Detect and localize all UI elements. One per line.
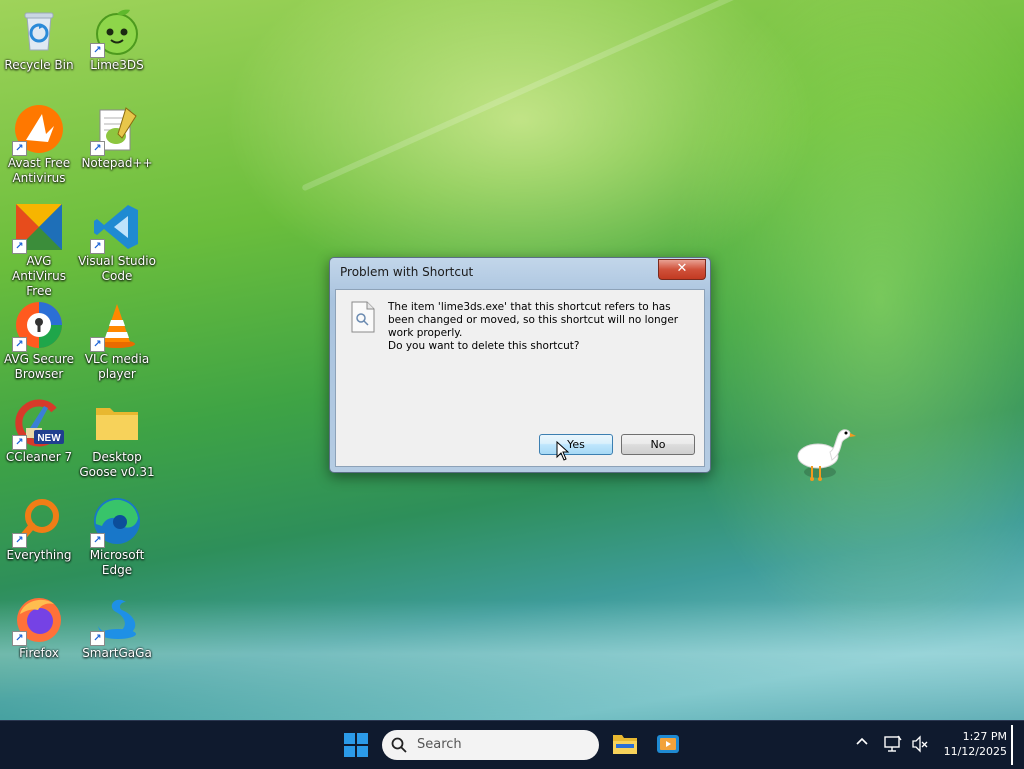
desktop-icon-avg-browser[interactable]: ↗ AVG Secure Browser [0, 300, 78, 382]
clock-date: 11/12/2025 [943, 745, 1007, 758]
network-tray-button[interactable] [884, 735, 902, 756]
speaker-muted-icon [912, 735, 928, 753]
lime3ds-icon: ↗ [90, 6, 142, 58]
ccleaner-icon: NEW ↗ [12, 398, 64, 450]
windows-logo-icon [344, 733, 368, 757]
desktop-icon-label: AVG AntiVirus Free [12, 254, 66, 298]
media-player-icon [657, 735, 679, 753]
taskbar-media-app[interactable] [656, 732, 680, 759]
shortcut-arrow-icon: ↗ [90, 337, 105, 352]
desktop-icon-everything[interactable]: ↗ Everything [0, 496, 78, 563]
desktop-icon-ccleaner[interactable]: NEW ↗ CCleaner 7 [0, 398, 78, 465]
dialog-client-area: The item 'lime3ds.exe' that this shortcu… [335, 289, 705, 467]
notepadpp-icon: ↗ [90, 104, 142, 156]
vlc-icon: ↗ [90, 300, 142, 352]
avast-icon: ↗ [12, 104, 64, 156]
shortcut-arrow-icon: ↗ [90, 43, 105, 58]
desktop-icon-avast[interactable]: ↗ Avast Free Antivirus [0, 104, 78, 186]
yes-button[interactable]: Yes [539, 434, 613, 455]
desktop-icon-vscode[interactable]: ↗ Visual Studio Code [78, 202, 156, 284]
chevron-up-icon [856, 737, 868, 745]
avg-browser-icon: ↗ [12, 300, 64, 352]
everything-icon: ↗ [12, 496, 64, 548]
vscode-icon: ↗ [90, 202, 142, 254]
new-badge: NEW [37, 433, 61, 444]
desktop-icon-label: Everything [6, 548, 72, 562]
taskbar: Search 1:27 PM 11/12/2025 [0, 720, 1024, 769]
taskbar-clock[interactable]: 1:27 PM 11/12/2025 [935, 729, 1007, 759]
show-hidden-icons-button[interactable] [855, 735, 869, 752]
start-button[interactable] [344, 733, 368, 760]
dialog-question: Do you want to delete this shortcut? [388, 340, 580, 352]
desktop-goose-icon[interactable] [796, 424, 858, 489]
desktop-icon-notepadpp[interactable]: ↗ Notepad++ [78, 104, 156, 171]
desktop-icon-label: CCleaner 7 [5, 450, 73, 464]
desktop-icon-label: Microsoft Edge [89, 548, 145, 577]
shortcut-arrow-icon: ↗ [90, 533, 105, 548]
mouse-cursor-icon [556, 440, 570, 464]
shortcut-arrow-icon: ↗ [12, 533, 27, 548]
desktop-icon-recycle-bin[interactable]: Recycle Bin [0, 6, 78, 73]
wallpaper-streak [301, 0, 779, 192]
dialog-title: Problem with Shortcut [340, 265, 474, 279]
shortcut-arrow-icon: ↗ [12, 239, 27, 254]
avg-antivirus-icon: ↗ [12, 202, 64, 254]
shortcut-arrow-icon: ↗ [90, 631, 105, 646]
search-icon [391, 737, 407, 756]
recycle-bin-icon [14, 6, 64, 56]
shortcut-arrow-icon: ↗ [12, 631, 27, 646]
desktop-icon-avg-antivirus[interactable]: ↗ AVG AntiVirus Free [0, 202, 78, 299]
document-icon [350, 301, 376, 336]
smartgaga-icon: ↗ [90, 594, 142, 646]
search-placeholder: Search [417, 737, 462, 752]
volume-tray-button[interactable] [911, 735, 929, 756]
desktop-icon-label: Notepad++ [81, 156, 153, 170]
desktop-icon-label: Firefox [19, 646, 59, 660]
dialog-message: The item 'lime3ds.exe' that this shortcu… [388, 301, 679, 339]
shortcut-arrow-icon: ↗ [90, 141, 105, 156]
edge-icon: ↗ [90, 496, 142, 548]
desktop-icon-lime3ds[interactable]: ↗ Lime3DS [78, 6, 156, 73]
no-button[interactable]: No [621, 434, 695, 455]
desktop-icon-firefox[interactable]: ↗ Firefox [0, 594, 78, 661]
problem-with-shortcut-dialog: Problem with Shortcut ✕ The item 'lime3d… [329, 257, 711, 473]
network-icon [884, 735, 902, 752]
desktop-icon-label: Avast Free Antivirus [7, 156, 71, 185]
desktop-icon-label: VLC media player [84, 352, 150, 381]
desktop-icon-edge[interactable]: ↗ Microsoft Edge [78, 496, 156, 578]
desktop-icon-label: SmartGaGa [82, 646, 152, 660]
desktop-icon-label: Lime3DS [90, 58, 144, 72]
shortcut-arrow-icon: ↗ [12, 435, 27, 450]
firefox-icon: ↗ [12, 594, 64, 646]
shortcut-arrow-icon: ↗ [12, 337, 27, 352]
desktop-icon-label: Visual Studio Code [78, 254, 156, 283]
desktop-icon-vlc[interactable]: ↗ VLC media player [78, 300, 156, 382]
desktop-icon-label: Desktop Goose v0.31 [79, 450, 155, 479]
shortcut-arrow-icon: ↗ [90, 239, 105, 254]
file-explorer-icon [613, 735, 637, 754]
desktop-icon-label: Recycle Bin [4, 58, 74, 72]
show-desktop-button[interactable] [1011, 725, 1013, 765]
desktop-icon-desktop-goose[interactable]: Desktop Goose v0.31 [78, 398, 156, 480]
desktop-icon-smartgaga[interactable]: ↗ SmartGaGa [78, 594, 156, 661]
taskbar-search-box[interactable]: Search [382, 730, 599, 760]
shortcut-arrow-icon: ↗ [12, 141, 27, 156]
clock-time: 1:27 PM [962, 730, 1007, 743]
taskbar-file-explorer[interactable] [612, 732, 638, 759]
dialog-close-button[interactable]: ✕ [658, 259, 706, 280]
desktop-icon-label: AVG Secure Browser [3, 352, 75, 381]
folder-icon [92, 398, 142, 448]
